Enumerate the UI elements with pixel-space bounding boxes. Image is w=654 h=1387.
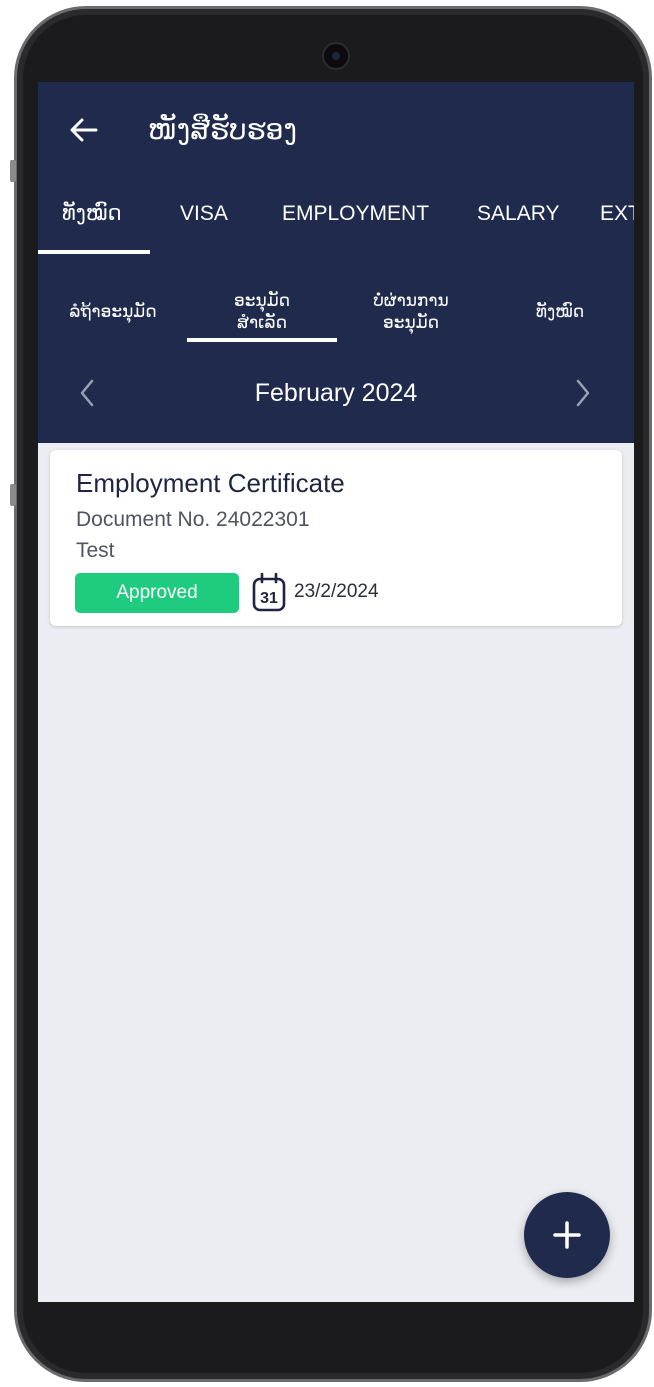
tab-all[interactable]: ທັງໝົດ xyxy=(62,182,122,258)
calendar-icon-day: 31 xyxy=(260,590,278,607)
tab-active-indicator xyxy=(38,250,150,254)
status-badge: Approved xyxy=(75,573,239,613)
subtab-label: ລໍຖ້າອະນຸມັດ xyxy=(69,302,157,321)
app-screen: ໜັງສືຮັບຮອງ ທັງໝົດ VISA EMPLOYMENT SALAR… xyxy=(38,82,634,1302)
document-date: 23/2/2024 xyxy=(294,581,379,602)
arrow-left-icon[interactable] xyxy=(66,112,102,148)
chevron-left-icon[interactable] xyxy=(74,375,100,411)
month-label: February 2024 xyxy=(254,379,418,407)
subtab-label: ອະນຸມັດ xyxy=(233,291,290,310)
phone-side-button xyxy=(10,484,16,506)
chevron-right-icon[interactable] xyxy=(570,375,596,411)
document-title: Employment Certificate xyxy=(76,468,345,498)
tab-salary[interactable]: SALARY xyxy=(477,182,560,258)
subtab-all[interactable]: ທັງໝົດ xyxy=(485,277,634,347)
add-document-button[interactable] xyxy=(524,1192,610,1278)
document-note: Test xyxy=(76,539,115,562)
phone-side-button xyxy=(10,160,16,182)
subtab-label: ທັງໝົດ xyxy=(535,302,585,321)
tab-visa[interactable]: VISA xyxy=(180,182,228,258)
subtab-rejected[interactable]: ບໍ່ຜ່ານການ ອະນຸມັດ xyxy=(336,277,486,347)
calendar-icon: 31 xyxy=(252,572,286,612)
category-tabs: ທັງໝົດ VISA EMPLOYMENT SALARY EXT xyxy=(38,182,634,258)
app-header: ໜັງສືຮັບຮອງ ທັງໝົດ VISA EMPLOYMENT SALAR… xyxy=(38,82,634,443)
subtab-label: ອະນຸມັດ xyxy=(382,313,439,332)
page-title: ໜັງສືຮັບຮອງ xyxy=(148,114,297,145)
subtab-pending[interactable]: ລໍຖ້າອະນຸມັດ xyxy=(38,277,188,347)
subtab-active-indicator xyxy=(187,338,337,342)
tab-employment[interactable]: EMPLOYMENT xyxy=(282,182,429,258)
plus-icon xyxy=(553,1221,581,1249)
document-card[interactable]: Employment Certificate Document No. 2402… xyxy=(50,450,622,626)
subtab-approved[interactable]: ອະນຸມັດ ສໍາເລັດ xyxy=(187,277,337,347)
front-camera xyxy=(322,42,350,70)
document-number: Document No. 24022301 xyxy=(76,508,310,531)
subtab-label: ບໍ່ຜ່ານການ xyxy=(373,291,449,310)
subtab-label: ສໍາເລັດ xyxy=(237,313,287,332)
tab-ext[interactable]: EXT xyxy=(600,182,634,258)
